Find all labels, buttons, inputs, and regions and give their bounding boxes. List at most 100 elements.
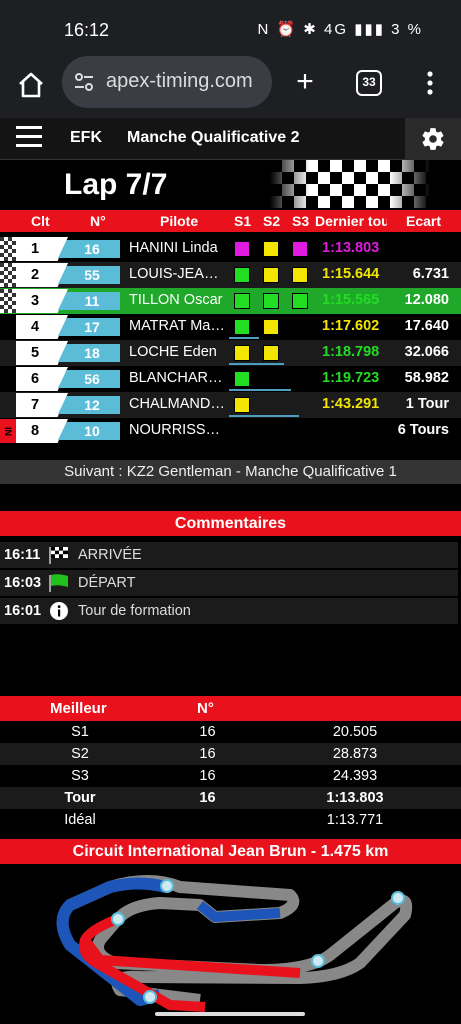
sector-marker-5 [143, 990, 157, 1004]
kart-number: 11 [58, 292, 120, 310]
best-time-row: S3 16 24.393 [0, 765, 461, 787]
sector-marker-3 [311, 954, 325, 968]
gap: 17.640 [404, 318, 449, 334]
table-row[interactable]: 656BLANCHARD Nathan1:19.72358.982 [0, 366, 461, 392]
gap: 58.982 [404, 370, 449, 386]
gesture-bar[interactable] [155, 1012, 305, 1016]
best-label: S3 [71, 768, 89, 784]
table-row[interactable]: 1 16 HANINI Linda 1:13.803 [0, 236, 461, 262]
comments-title: Commentaires [0, 511, 461, 536]
best-head-label: Meilleur [50, 700, 107, 717]
lap-banner: Lap 7/7 [0, 160, 461, 210]
col-last-lap: Dernier tou [315, 213, 387, 229]
col-clt: Clt [31, 213, 50, 229]
table-row[interactable]: 3 11 TILLON Oscar 1:15.565 12.080 [0, 288, 461, 314]
sector-1-indicator [234, 397, 250, 413]
address-bar[interactable]: apex-timing.com [62, 56, 272, 108]
classification-table: 116HANINI Linda1:13.803255LOUIS-JEAN Léo… [0, 236, 461, 444]
col-pilot: Pilote [160, 213, 199, 229]
sector-2-indicator [263, 293, 279, 309]
col-gap: Ecart [406, 213, 442, 229]
gap: 12.080 [404, 292, 449, 308]
sector-1-indicator [234, 371, 250, 387]
info-icon [50, 602, 68, 620]
best-time: 1:13.771 [326, 812, 384, 828]
session-title: Manche Qualificative 2 [127, 129, 300, 146]
gap: 32.066 [404, 344, 449, 360]
sector-1-indicator [234, 241, 250, 257]
kart-number: 55 [58, 266, 120, 284]
lap-progress-bar [229, 363, 284, 365]
circuit-title: Circuit International Jean Brun - 1.475 … [0, 839, 461, 864]
sector-marker-4 [391, 891, 405, 905]
gap: 6.731 [412, 266, 449, 282]
kart-number: 10 [58, 422, 120, 440]
best-time: 24.393 [332, 768, 378, 784]
hamburger-menu-icon[interactable] [16, 126, 42, 148]
sector-3-indicator [292, 267, 308, 283]
sector-3-indicator [292, 241, 308, 257]
kart-number: 56 [58, 370, 120, 388]
sector-3-indicator [292, 293, 308, 309]
gap: 1 Tour [405, 396, 449, 412]
pit-badge: IN [0, 419, 16, 443]
table-row[interactable]: 5 18 LOCHE Eden 1:18.798 32.066 [0, 340, 461, 366]
best-times-header: Meilleur N° [0, 696, 461, 721]
sector-2-indicator [263, 241, 279, 257]
best-time-row: S1 16 20.505 [0, 721, 461, 743]
last-lap-time: 1:13.803 [322, 240, 380, 256]
new-tab-button[interactable]: + [290, 67, 320, 97]
kart-number: 18 [58, 344, 120, 362]
pilot-name: CHALMANDIER Enzo [129, 396, 227, 412]
table-row[interactable]: 255LOUIS-JEAN Léo1:15.6446.731 [0, 262, 461, 288]
best-num: 16 [199, 746, 216, 762]
tab-count-button[interactable]: 33 [356, 70, 382, 96]
best-label: Tour [64, 790, 96, 806]
comment-text: Tour de formation [78, 603, 191, 619]
best-time: 20.505 [332, 724, 378, 740]
sector-1-indicator [234, 345, 250, 361]
site-settings-icon[interactable] [74, 72, 94, 92]
track-blue-inner [196, 901, 281, 923]
table-row[interactable]: 712CHALMANDIER Enzo1:43.2911 Tour [0, 392, 461, 418]
circuit-map [56, 875, 413, 1012]
best-label: S2 [71, 746, 89, 762]
lap-progress-bar [229, 415, 299, 417]
col-s2: S2 [263, 213, 281, 229]
next-session: Suivant : KZ2 Gentleman - Manche Qualifi… [0, 460, 461, 484]
checkered-flag-banner [270, 160, 430, 208]
pilot-name: HANINI Linda [129, 240, 218, 256]
table-row[interactable]: 4 17 MATRAT Mattéo 1:17.602 17.640 [0, 314, 461, 340]
pilot-name: NOURRISSON Lucas [129, 422, 227, 438]
kart-number: 17 [58, 318, 120, 336]
best-label: S1 [71, 724, 89, 740]
home-icon[interactable] [16, 70, 46, 100]
finished-flag-icon [0, 237, 16, 261]
settings-button[interactable] [405, 118, 461, 160]
comment-text: DÉPART [78, 575, 136, 591]
best-num: 16 [199, 790, 216, 806]
more-options-icon[interactable] [420, 68, 440, 98]
col-s1: S1 [234, 213, 252, 229]
table-row[interactable]: IN810NOURRISSON Lucas6 Tours [0, 418, 461, 444]
lap-progress-bar [229, 337, 259, 339]
comment-time: 16:01 [4, 603, 42, 619]
best-head-num: N° [197, 700, 214, 717]
best-num: 16 [199, 768, 216, 784]
green-flag-icon [49, 574, 68, 592]
col-num: N° [90, 213, 106, 229]
status-icons: N ⏰ ✱ 4G ▮▮▮ 3 % [257, 21, 423, 38]
sector-1-indicator [234, 319, 250, 335]
status-bar: 16:12 N ⏰ ✱ 4G ▮▮▮ 3 % [0, 0, 461, 56]
sector-1-indicator [234, 293, 250, 309]
last-lap-time: 1:19.723 [322, 370, 380, 386]
pilot-name: BLANCHARD Nathan [129, 370, 227, 386]
sector-marker-2 [111, 912, 125, 926]
classification-header: Clt N° Pilote S1 S2 S3 Dernier tou Ecart [0, 210, 461, 232]
best-time-row: Tour 16 1:13.803 [0, 787, 461, 809]
browser-toolbar: apex-timing.com + 33 [0, 56, 461, 118]
status-time: 16:12 [64, 20, 110, 40]
best-time-row: S2 16 28.873 [0, 743, 461, 765]
sector-2-indicator [263, 345, 279, 361]
comment-time: 16:03 [4, 575, 42, 591]
